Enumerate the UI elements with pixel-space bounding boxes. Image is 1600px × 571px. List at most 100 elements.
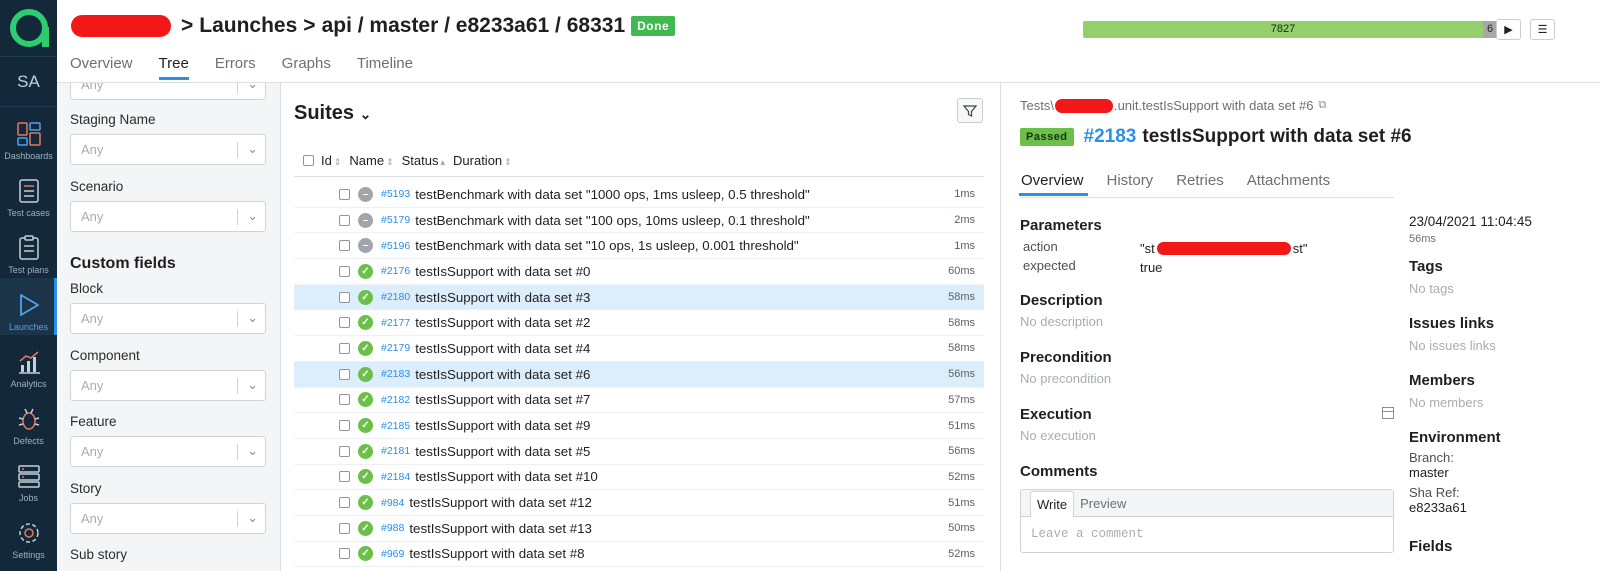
nav-item-jobs[interactable]: Jobs bbox=[0, 449, 57, 506]
tab-history[interactable]: History bbox=[1107, 172, 1154, 196]
test-id[interactable]: #2183 bbox=[381, 368, 410, 380]
tab-preview[interactable]: Preview bbox=[1074, 491, 1132, 516]
block-select[interactable]: Any ⌄ bbox=[70, 303, 266, 334]
row-checkbox[interactable] bbox=[339, 497, 350, 509]
meta-date: 23/04/2021 11:04:45 56ms bbox=[1409, 214, 1532, 245]
empty-text: No precondition bbox=[1020, 371, 1112, 386]
table-row[interactable]: ✓ #969 testIsSupport with data set #8 52ms bbox=[294, 542, 984, 568]
row-checkbox[interactable] bbox=[339, 548, 350, 560]
copy-icon[interactable]: ⧉ bbox=[1318, 99, 1326, 112]
tab-attachments[interactable]: Attachments bbox=[1247, 172, 1330, 196]
column-status[interactable]: Status ▴ bbox=[402, 153, 445, 168]
row-checkbox[interactable] bbox=[339, 394, 350, 406]
row-checkbox[interactable] bbox=[339, 188, 350, 200]
breadcrumb-launches[interactable]: Launches bbox=[199, 14, 297, 38]
tab-overview[interactable]: Overview bbox=[1019, 172, 1088, 196]
test-id[interactable]: #2185 bbox=[381, 420, 410, 432]
table-row[interactable]: ✓ #2180 testIsSupport with data set #3 58ms bbox=[294, 284, 984, 311]
tab-retries[interactable]: Retries bbox=[1176, 172, 1224, 196]
test-id[interactable]: #988 bbox=[381, 522, 404, 534]
test-id[interactable]: #5196 bbox=[381, 240, 410, 252]
filter-button[interactable] bbox=[957, 98, 983, 123]
user-avatar[interactable]: SA bbox=[0, 57, 57, 107]
table-row[interactable]: ✓ #2179 testIsSupport with data set #4 58ms bbox=[294, 336, 984, 362]
table-row[interactable]: ✓ #2176 testIsSupport with data set #0 60ms bbox=[294, 259, 984, 285]
staging-select[interactable]: Any ⌄ bbox=[70, 134, 266, 165]
column-duration[interactable]: Duration ⇕ bbox=[453, 153, 512, 168]
tab-errors[interactable]: Errors bbox=[202, 55, 269, 80]
table-row[interactable]: ✓ #984 testIsSupport with data set #12 51ms bbox=[294, 490, 984, 516]
run-button[interactable]: ▶ bbox=[1496, 19, 1521, 40]
nav-item-settings[interactable]: Settings bbox=[0, 506, 57, 563]
nav-label: Settings bbox=[12, 550, 45, 560]
nav-item-test-cases[interactable]: Test cases bbox=[0, 164, 57, 221]
tab-overview[interactable]: Overview bbox=[70, 55, 146, 80]
table-row[interactable]: – #5179 testBenchmark with data set "100 o… bbox=[294, 208, 984, 234]
filter-component: Component Any ⌄ bbox=[70, 348, 266, 401]
table-row[interactable]: – #5196 testBenchmark with data set "10 op… bbox=[294, 233, 984, 260]
nav-item-dashboards[interactable]: Dashboards bbox=[0, 107, 57, 164]
table-row[interactable]: ✓ #988 testIsSupport with data set #13 50ms bbox=[294, 516, 984, 542]
test-id[interactable]: #2182 bbox=[381, 394, 410, 406]
scenario-select[interactable]: Any ⌄ bbox=[70, 201, 266, 232]
launch-statistic-bar[interactable]: 7827 6 9 bbox=[1083, 21, 1513, 38]
nav-item-launches[interactable]: Launches bbox=[0, 278, 57, 335]
row-checkbox[interactable] bbox=[339, 342, 350, 354]
row-checkbox[interactable] bbox=[339, 522, 350, 534]
component-select[interactable]: Any ⌄ bbox=[70, 370, 266, 401]
nav-item-defects[interactable]: Defects bbox=[0, 392, 57, 449]
suites-dropdown[interactable]: Suites ⌄ bbox=[294, 102, 371, 125]
row-checkbox[interactable] bbox=[339, 214, 350, 226]
skipped-status-icon: – bbox=[358, 212, 373, 228]
test-id[interactable]: #2179 bbox=[381, 342, 410, 354]
test-id[interactable]: #969 bbox=[381, 548, 404, 560]
row-checkbox[interactable] bbox=[339, 445, 350, 457]
column-id[interactable]: Id ⇕ bbox=[321, 153, 341, 168]
stat-broken[interactable]: 6 bbox=[1483, 21, 1497, 38]
test-id[interactable]: #2176 bbox=[381, 265, 410, 277]
row-checkbox[interactable] bbox=[339, 368, 350, 380]
app-logo[interactable] bbox=[0, 0, 57, 57]
story-select[interactable]: Any ⌄ bbox=[70, 503, 266, 534]
test-id[interactable]: #2180 bbox=[381, 291, 410, 303]
tab-timeline[interactable]: Timeline bbox=[344, 55, 426, 80]
table-row[interactable]: ✓ #2177 testIsSupport with data set #2 58ms bbox=[294, 310, 984, 337]
divider bbox=[1020, 197, 1394, 198]
layout-toggle-icon[interactable] bbox=[1382, 407, 1394, 419]
row-checkbox[interactable] bbox=[339, 265, 350, 277]
row-checkbox[interactable] bbox=[339, 240, 350, 252]
test-id[interactable]: #2184 bbox=[381, 471, 410, 483]
select-all-checkbox[interactable] bbox=[303, 155, 314, 166]
table-row[interactable]: ✓ #2184 testIsSupport with data set #10 52m… bbox=[294, 465, 984, 491]
test-date: 23/04/2021 11:04:45 bbox=[1409, 214, 1532, 229]
passed-status-icon: ✓ bbox=[358, 263, 373, 279]
test-id[interactable]: #2177 bbox=[381, 317, 410, 329]
test-duration: 56ms bbox=[1409, 233, 1436, 245]
table-row[interactable]: ✓ #2183 testIsSupport with data set #6 56ms bbox=[294, 361, 984, 388]
table-row[interactable]: – #5193 testBenchmark with data set "1000 … bbox=[294, 182, 984, 208]
nav-item-test-plans[interactable]: Test plans bbox=[0, 221, 57, 278]
row-checkbox[interactable] bbox=[339, 420, 350, 432]
row-checkbox[interactable] bbox=[339, 317, 350, 329]
test-id[interactable]: #5193 bbox=[381, 188, 410, 200]
tab-graphs[interactable]: Graphs bbox=[269, 55, 344, 80]
row-checkbox[interactable] bbox=[339, 471, 350, 483]
tab-write[interactable]: Write bbox=[1030, 491, 1075, 517]
tab-tree[interactable]: Tree bbox=[146, 55, 202, 80]
table-row[interactable]: ✓ #2182 testIsSupport with data set #7 57ms bbox=[294, 388, 984, 414]
test-id-link[interactable]: #2183 bbox=[1084, 126, 1137, 148]
test-id[interactable]: #984 bbox=[381, 497, 404, 509]
column-name[interactable]: Name ⇕ bbox=[349, 153, 393, 168]
feature-select[interactable]: Any ⌄ bbox=[70, 436, 266, 467]
top-filter-select[interactable]: Any ⌄ bbox=[70, 83, 266, 100]
table-row[interactable]: ✓ #2185 testIsSupport with data set #9 51ms bbox=[294, 413, 984, 439]
stat-passed[interactable]: 7827 bbox=[1083, 21, 1483, 38]
test-id[interactable]: #2181 bbox=[381, 445, 410, 457]
row-checkbox[interactable] bbox=[339, 291, 350, 303]
menu-button[interactable]: ☰ bbox=[1530, 19, 1555, 40]
comment-input[interactable]: Leave a comment bbox=[1031, 527, 1144, 541]
table-row[interactable]: ✓ #2181 testIsSupport with data set #5 56ms bbox=[294, 439, 984, 465]
select-value: Any bbox=[81, 142, 104, 157]
test-id[interactable]: #5179 bbox=[381, 214, 410, 226]
nav-item-analytics[interactable]: Analytics bbox=[0, 335, 57, 392]
